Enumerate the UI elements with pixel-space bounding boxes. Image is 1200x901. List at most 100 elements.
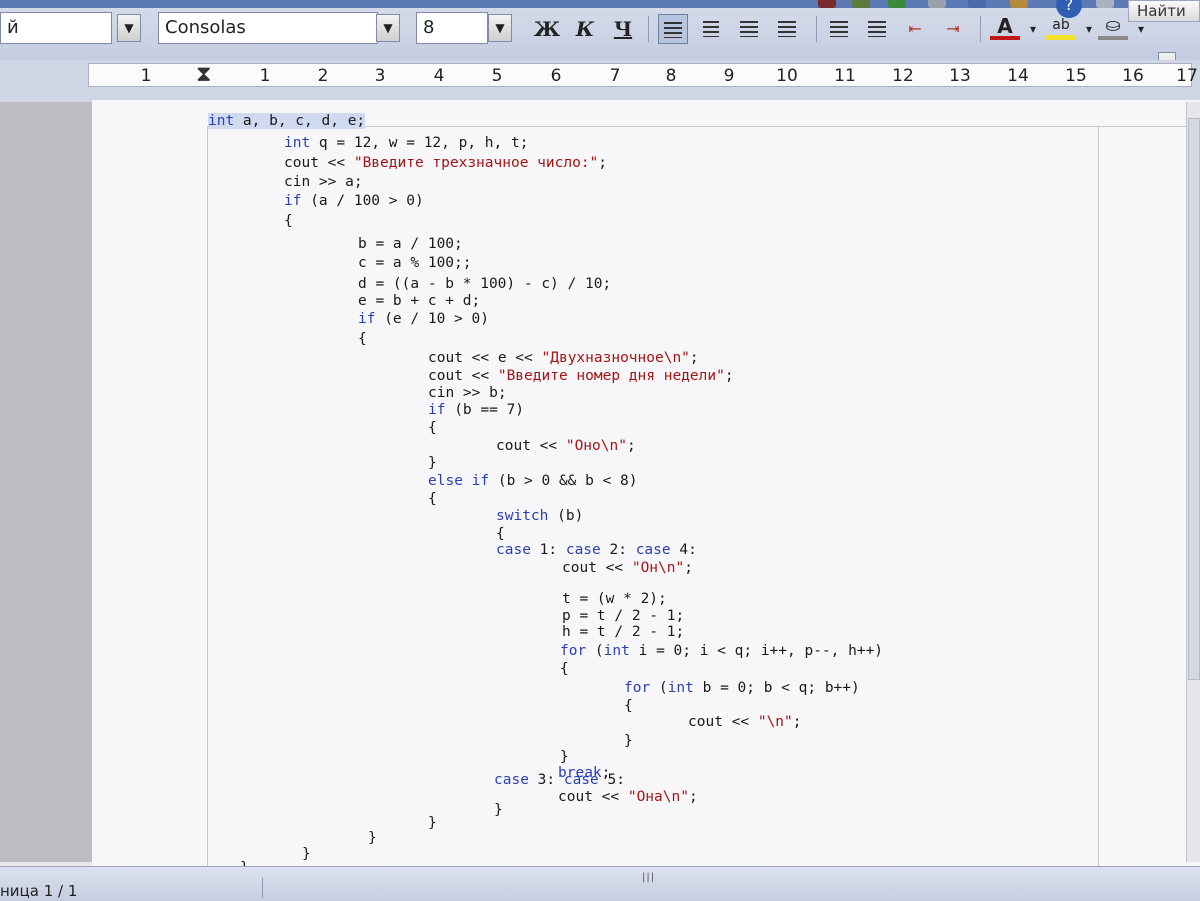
code-line[interactable]: }: [428, 815, 437, 831]
code-line[interactable]: cout << "\n";: [688, 714, 802, 730]
code-line[interactable]: cin >> b;: [428, 385, 507, 401]
bulleted-list-button[interactable]: [862, 14, 892, 44]
italic-button[interactable]: К: [570, 14, 600, 44]
code-line[interactable]: int q = 12, w = 12, p, h, t;: [284, 135, 528, 151]
code-string: "Двухназночное\n": [541, 350, 690, 366]
clipart-icon[interactable]: [852, 0, 870, 8]
code-line[interactable]: h = t / 2 - 1;: [562, 624, 684, 640]
code-text: cout <<: [688, 714, 758, 730]
code-line[interactable]: }: [494, 802, 503, 818]
indent-marker-icon[interactable]: ⧗: [196, 62, 211, 88]
font-color-dropdown[interactable]: ▾: [1018, 14, 1048, 44]
find-button[interactable]: Найти: [1128, 0, 1200, 22]
scrollbar-thumb[interactable]: [1188, 118, 1200, 680]
database-icon[interactable]: [928, 0, 946, 8]
code-text: p = t / 2 - 1;: [562, 608, 685, 624]
code-line[interactable]: {: [284, 213, 293, 229]
numbered-list-button[interactable]: [824, 14, 854, 44]
code-line[interactable]: {: [624, 698, 633, 714]
status-separator: [262, 878, 263, 898]
code-line[interactable]: case 1: case 2: case 4:: [496, 542, 697, 558]
code-line[interactable]: p = t / 2 - 1;: [562, 608, 684, 624]
increase-indent-button[interactable]: ⇥: [938, 14, 968, 44]
document-page[interactable]: [92, 100, 1200, 870]
code-line[interactable]: cout << "Она\n";: [558, 789, 698, 805]
horizontal-ruler[interactable]: 1 1 2 3 4 5 6 7 8 9 10 11 12 13 14 15 16 17: [88, 63, 1198, 87]
align-left-button[interactable]: [658, 14, 688, 44]
code-line[interactable]: {: [428, 420, 437, 436]
bold-button[interactable]: Ж: [532, 14, 562, 44]
code-line[interactable]: int a, b, c, d, e;: [208, 113, 366, 129]
code-line[interactable]: cin >> a;: [284, 174, 363, 190]
code-text: a, b, c, d, e;: [234, 113, 366, 129]
code-line[interactable]: }: [428, 455, 437, 471]
underline-button[interactable]: Ч: [608, 14, 638, 44]
code-line[interactable]: {: [560, 661, 569, 677]
code-text: ;: [724, 368, 734, 384]
code-keyword: for: [560, 643, 587, 659]
code-line[interactable]: e = b + c + d;: [358, 293, 480, 309]
code-line[interactable]: t = (w * 2);: [562, 591, 667, 607]
ruler-number: 16: [1122, 66, 1144, 86]
ruler-number: 2: [317, 66, 329, 86]
code-string: "Она\n": [627, 789, 689, 805]
code-line[interactable]: }: [302, 846, 311, 862]
code-line[interactable]: b = a / 100;: [358, 236, 463, 252]
align-center-button[interactable]: [696, 14, 726, 44]
resize-grip[interactable]: |||: [642, 872, 655, 883]
picture-icon[interactable]: [888, 0, 906, 8]
code-line[interactable]: case 3: case 5:: [494, 772, 625, 788]
zoom-icon[interactable]: [1010, 0, 1028, 8]
code-line[interactable]: cout << "Он\n";: [562, 560, 693, 576]
code-line[interactable]: else if (b > 0 && b < 8): [428, 473, 638, 489]
code-line[interactable]: cout << "Оно\n";: [496, 438, 636, 454]
code-keyword: else if: [428, 473, 490, 489]
font-name-dropdown-button[interactable]: ▼: [376, 14, 400, 42]
code-line[interactable]: cout << e << "Двухназночное\n";: [428, 350, 699, 366]
code-text: cout <<: [558, 789, 628, 805]
code-text: (b): [548, 508, 584, 524]
code-line[interactable]: {: [428, 491, 437, 507]
options-icon[interactable]: [1096, 0, 1114, 8]
code-line[interactable]: for (int i = 0; i < q; i++, p--, h++): [560, 643, 883, 659]
justify-button[interactable]: [772, 14, 802, 44]
code-keyword: int: [603, 643, 630, 659]
code-line[interactable]: switch (b): [496, 508, 583, 524]
font-size-dropdown-button[interactable]: ▼: [488, 14, 512, 42]
code-keyword: case: [494, 772, 529, 788]
code-line[interactable]: c = a % 100;;: [358, 255, 472, 271]
font-name-combo[interactable]: Consolas: [158, 12, 378, 44]
code-text: ;: [689, 350, 699, 366]
code-keyword: case: [496, 542, 531, 558]
code-line[interactable]: for (int b = 0; b < q; b++): [624, 680, 860, 696]
code-keyword: for: [624, 680, 651, 696]
highlight-button[interactable]: ab: [1046, 14, 1076, 40]
code-line[interactable]: }: [624, 733, 633, 749]
style-dropdown-button[interactable]: ▼: [117, 14, 141, 42]
code-text: {: [358, 331, 367, 347]
font-size-combo[interactable]: 8: [416, 12, 488, 44]
code-line[interactable]: cout << "Введите трехзначное число:";: [284, 155, 607, 171]
align-right-button[interactable]: [734, 14, 764, 44]
shading-button[interactable]: ⛀: [1098, 14, 1128, 40]
code-line[interactable]: if (b == 7): [428, 402, 524, 418]
chart-icon[interactable]: [818, 0, 836, 8]
decrease-indent-button[interactable]: ⇤: [900, 14, 930, 44]
table-icon[interactable]: [968, 0, 986, 8]
ruler-number: 15: [1065, 66, 1087, 86]
code-text: i = 0; i < q; i++, p--, h++): [629, 643, 884, 659]
code-line[interactable]: }: [368, 830, 377, 846]
code-line[interactable]: if (e / 10 > 0): [358, 311, 489, 327]
ruler-number: 11: [834, 66, 856, 86]
font-color-button[interactable]: A: [990, 14, 1020, 40]
style-combo[interactable]: й: [0, 12, 112, 44]
code-line[interactable]: d = ((a - b * 100) - c) / 10;: [358, 276, 611, 292]
code-line[interactable]: cout << "Введите номер дня недели";: [428, 368, 734, 384]
code-line[interactable]: {: [358, 331, 367, 347]
ruler-number: 13: [949, 66, 971, 86]
code-line[interactable]: {: [496, 526, 505, 542]
code-text: 2:: [600, 542, 636, 558]
font-color-icon: A: [997, 14, 1013, 38]
code-line[interactable]: if (a / 100 > 0): [284, 193, 424, 209]
code-line[interactable]: }: [560, 749, 569, 765]
